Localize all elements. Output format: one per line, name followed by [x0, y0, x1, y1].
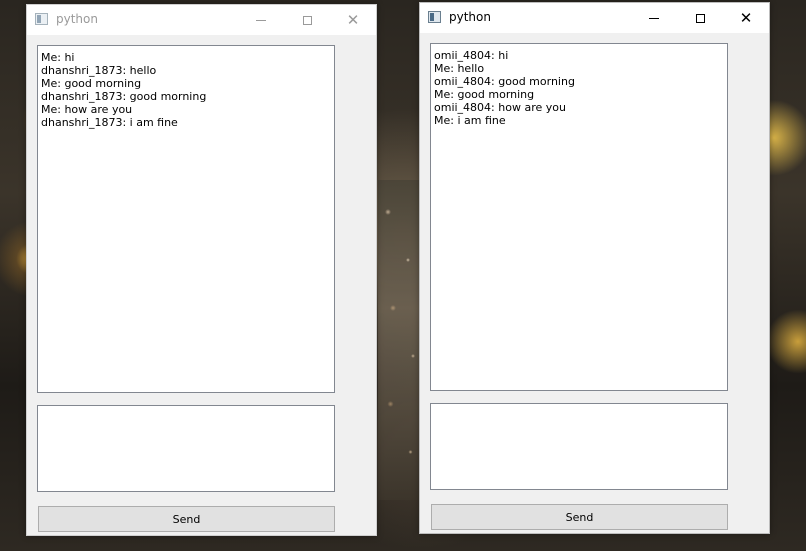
- message-input[interactable]: [37, 405, 335, 492]
- minimize-button[interactable]: [631, 3, 677, 33]
- chat-message: Me: how are you: [41, 103, 133, 116]
- title-bar[interactable]: python ✕: [420, 3, 769, 33]
- close-icon: ✕: [739, 9, 753, 27]
- chat-window-left: python ✕ Me: hi dhanshri_1873: hello Me:…: [26, 4, 377, 536]
- app-window-icon: [428, 11, 441, 23]
- chat-message: dhanshri_1873: hello: [41, 64, 157, 77]
- send-button[interactable]: Send: [38, 506, 335, 532]
- send-button[interactable]: Send: [431, 504, 728, 530]
- chat-message: Me: hi: [41, 51, 75, 64]
- chat-message: Me: i am fine: [434, 114, 506, 127]
- maximize-icon: [695, 13, 705, 23]
- chat-message: omii_4804: how are you: [434, 101, 566, 114]
- chat-message: Me: good morning: [41, 77, 142, 90]
- window-title: python: [56, 12, 98, 26]
- chat-history[interactable]: omii_4804: hi Me: hello omii_4804: good …: [430, 43, 728, 391]
- chat-message: Me: hello: [434, 62, 485, 75]
- maximize-icon: [302, 15, 312, 25]
- chat-message: dhanshri_1873: good morning: [41, 90, 207, 103]
- minimize-button[interactable]: [238, 5, 284, 35]
- chat-message: Me: good morning: [434, 88, 535, 101]
- maximize-button[interactable]: [284, 5, 330, 35]
- window-title: python: [449, 10, 491, 24]
- close-button[interactable]: ✕: [330, 5, 376, 35]
- close-button[interactable]: ✕: [723, 3, 769, 33]
- message-input[interactable]: [430, 403, 728, 490]
- chat-history[interactable]: Me: hi dhanshri_1873: hello Me: good mor…: [37, 45, 335, 393]
- chat-window-right: python ✕ omii_4804: hi Me: hello omii_48…: [419, 2, 770, 534]
- app-window-icon: [35, 13, 48, 25]
- chat-message: omii_4804: hi: [434, 49, 509, 62]
- chat-message: omii_4804: good morning: [434, 75, 575, 88]
- minimize-icon: [649, 17, 659, 19]
- chat-message: dhanshri_1873: i am fine: [41, 116, 178, 129]
- minimize-icon: [256, 19, 266, 21]
- title-bar[interactable]: python ✕: [27, 5, 376, 35]
- maximize-button[interactable]: [677, 3, 723, 33]
- close-icon: ✕: [346, 11, 360, 29]
